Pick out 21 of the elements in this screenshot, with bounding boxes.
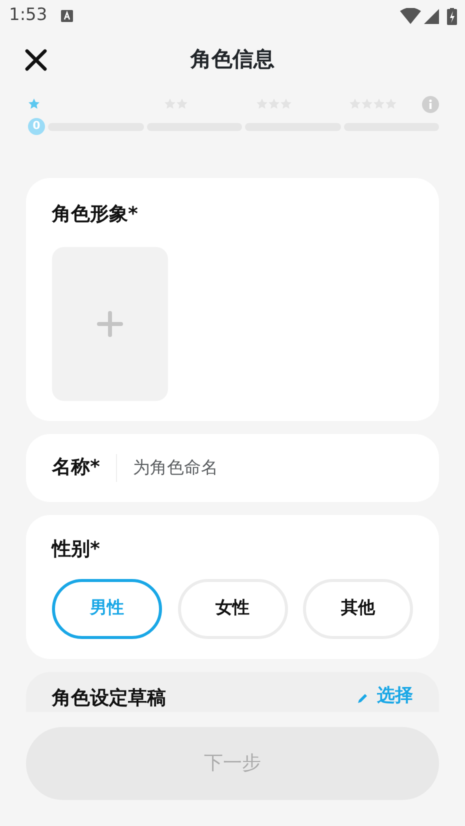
text-input[interactable]: 为角色命名 [132,448,413,488]
pencil-icon [356,692,369,705]
progress-count: 0 [28,118,45,135]
page-title: 角色信息 [190,47,274,72]
gender-option[interactable]: 女性 [178,579,288,639]
info-icon[interactable] [422,96,439,112]
gender-option[interactable]: 其他 [303,579,413,639]
section-label: 性别* [52,536,101,562]
plus-icon [97,310,123,336]
keyboard-icon [61,10,74,22]
section-label: 角色设定草稿 [52,686,166,711]
close-button[interactable] [24,48,48,72]
add-image-button[interactable] [52,246,168,400]
battery-icon [447,8,457,24]
section-label: 角色形象* [52,202,139,227]
wifi-icon [400,8,421,24]
name-field[interactable]: 名称* 为角色命名 [26,434,439,502]
signal-icon [424,8,439,24]
status-time: 1:53 [9,4,48,28]
field-label: 名称* [52,455,100,480]
close-icon [24,48,48,72]
